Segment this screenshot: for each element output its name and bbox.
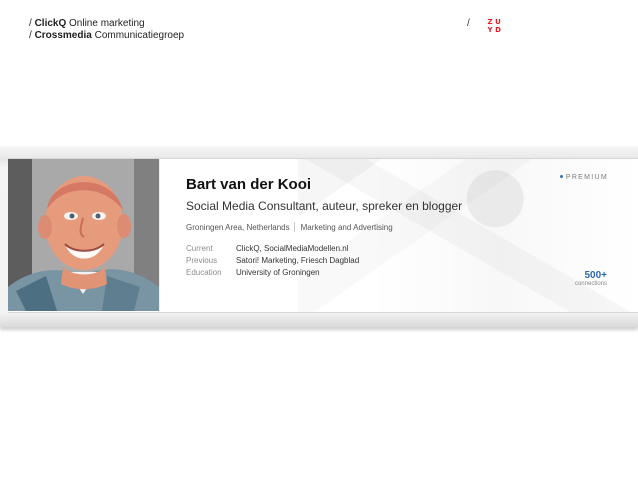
brand-description-crossmedia: Communicatiegroep bbox=[91, 30, 185, 41]
connections-count[interactable]: 500+ bbox=[575, 271, 607, 281]
connections-summary[interactable]: 500+ connections bbox=[575, 271, 607, 289]
profile-name[interactable]: Bart van der Kooi bbox=[186, 176, 311, 193]
location-industry-row: Groningen Area, Netherlands Marketing and… bbox=[186, 222, 393, 232]
detail-previous: Previous Satori! Marketing, Friesch Dagbl… bbox=[186, 255, 359, 267]
location-separator bbox=[293, 222, 295, 232]
zuyd-logo: Z U Y D bbox=[486, 18, 502, 34]
brand-line-crossmedia: / Crossmedia Communicatiegroep bbox=[29, 30, 184, 42]
premium-label: PREMIUM bbox=[565, 174, 608, 181]
detail-value-previous: Satori! Marketing, Friesch Dagblad bbox=[236, 256, 360, 265]
header-slash: / bbox=[467, 18, 470, 29]
premium-dot-icon bbox=[559, 175, 563, 178]
detail-value-current: ClickQ, SocialMediaModellen.nl bbox=[236, 244, 349, 253]
brand-line-clickq: / ClickQ Online marketing bbox=[29, 18, 184, 30]
profile-industry: Marketing and Advertising bbox=[300, 223, 393, 232]
detail-current: Current ClickQ, SocialMediaModellen.nl bbox=[186, 243, 359, 255]
detail-education: Education University of Groningen bbox=[186, 267, 359, 279]
detail-label-previous: Previous bbox=[186, 256, 218, 265]
detail-label-current: Current bbox=[186, 244, 213, 253]
premium-badge: PREMIUM bbox=[559, 174, 608, 181]
profile-location: Groningen Area, Netherlands bbox=[186, 223, 290, 232]
card-background-watermark bbox=[298, 159, 638, 312]
brand-name-clickq: ClickQ bbox=[34, 18, 67, 29]
brand-name-crossmedia: Crossmedia bbox=[34, 30, 92, 41]
profile-details: Current ClickQ, SocialMediaModellen.nl Pr… bbox=[186, 243, 359, 279]
profile-band: Bart van der Kooi Social Media Consultan… bbox=[0, 145, 638, 327]
logo-letter-d: D bbox=[495, 26, 501, 34]
detail-value-education: University of Groningen bbox=[236, 268, 320, 277]
presentation-slide: / ClickQ Online marketing / Crossmedia C… bbox=[0, 0, 638, 479]
profile-photo-illustration bbox=[8, 159, 159, 311]
logo-letter-u: U bbox=[495, 18, 501, 26]
brand-description-clickq: Online marketing bbox=[66, 18, 145, 29]
linkedin-profile-card: Bart van der Kooi Social Media Consultan… bbox=[8, 158, 638, 313]
detail-label-education: Education bbox=[186, 268, 222, 277]
brand-header: / ClickQ Online marketing / Crossmedia C… bbox=[29, 18, 184, 42]
connections-label: connections bbox=[574, 281, 607, 287]
logo-letter-y: Y bbox=[487, 26, 493, 34]
logo-letter-z: Z bbox=[487, 18, 493, 26]
profile-headline: Social Media Consultant, auteur, spreker… bbox=[186, 199, 463, 213]
profile-photo[interactable] bbox=[8, 159, 160, 311]
